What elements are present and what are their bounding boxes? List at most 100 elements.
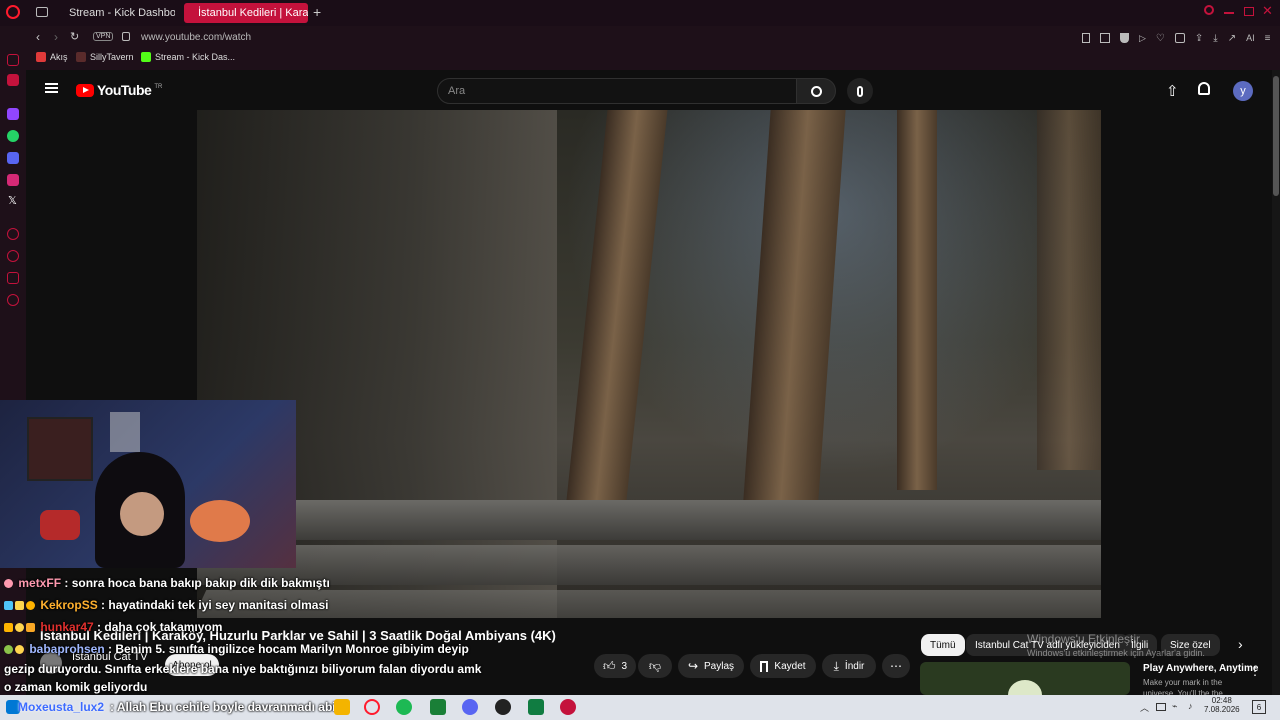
pinboard-icon[interactable] (7, 54, 19, 66)
save-label: Kaydet (774, 660, 806, 672)
upload-icon[interactable]: ⇧ (1166, 82, 1179, 100)
tray-clock[interactable]: 02:48 7.08.2026 (1204, 696, 1240, 714)
chat-username: Moxeusta_lux2 (18, 700, 105, 714)
avatar[interactable]: y (1233, 81, 1253, 101)
tab-overview-icon[interactable] (36, 7, 48, 17)
x-icon[interactable]: 𝕏 (8, 194, 17, 207)
discord-icon[interactable] (7, 152, 19, 164)
youtube-logo[interactable]: YouTube TR (76, 82, 162, 98)
gem-badge-icon (4, 601, 13, 610)
extensions-icon[interactable] (7, 272, 19, 284)
voice-search-button[interactable] (847, 78, 873, 104)
reload-icon[interactable]: ↻ (70, 30, 79, 43)
search-input[interactable]: Ara (437, 78, 797, 104)
menu-icon[interactable]: ≡ (1265, 33, 1271, 44)
chat-message: babaprohsen : Benim 5. sınıfta ingilizce… (4, 642, 469, 656)
heart-badge-icon (4, 579, 13, 588)
extensions-icon[interactable] (1174, 33, 1185, 43)
tab-label: İstanbul Kedileri | Karaköy, (198, 7, 308, 19)
tab-kick-dashboard[interactable]: Stream - Kick Dashboard (55, 3, 175, 23)
mask-badge-icon (26, 623, 35, 632)
bookmark-sillytavern[interactable]: SillyTavern (76, 52, 134, 62)
chat-message-continuation: gezip duruyordu. Sınıfta erkeklere bana … (4, 662, 482, 676)
obs-icon[interactable] (495, 699, 511, 715)
flow-icon[interactable]: ↗ (1228, 33, 1236, 44)
chat-text: : daha çok takamıyom (97, 620, 223, 634)
pin-icon[interactable] (1082, 33, 1090, 43)
share-button[interactable]: ↪ Paylaş (678, 654, 744, 678)
twitch-icon[interactable] (7, 108, 19, 120)
more-actions-button[interactable]: ⋯ (882, 654, 910, 678)
opera-menu-icon[interactable] (6, 5, 20, 19)
share-icon[interactable]: ⇪ (1195, 33, 1203, 44)
tray-time: 02:48 (1211, 696, 1232, 705)
chip-next-icon[interactable]: › (1238, 636, 1243, 652)
recommendation-title[interactable]: Play Anywhere, Anytime (1143, 663, 1258, 674)
more-vertical-icon[interactable]: ⋮ (1249, 664, 1261, 678)
thumbs-down-icon: 👎︎ (648, 658, 662, 673)
video-plank (197, 545, 1101, 585)
notifications-icon[interactable] (1198, 82, 1210, 95)
tray-battery-icon[interactable] (1156, 703, 1166, 711)
shield-icon[interactable] (1120, 33, 1129, 43)
coin-badge-icon (15, 645, 24, 654)
activation-subtitle: Windows'u etkinleştirmek için Ayarlar'a … (1027, 648, 1205, 658)
minimize-icon[interactable] (1224, 12, 1234, 14)
back-icon[interactable]: ‹ (36, 30, 40, 44)
new-tab-icon[interactable]: + (313, 4, 321, 20)
history-icon[interactable] (7, 228, 19, 240)
bookmark-akis[interactable]: Akış (36, 52, 68, 62)
download-icon[interactable]: ⤓ (1213, 33, 1217, 44)
scrollbar[interactable] (1272, 70, 1280, 695)
heart-icon[interactable]: ♡ (1156, 33, 1165, 44)
excel-icon[interactable] (528, 699, 544, 715)
opera-taskbar-icon[interactable] (364, 699, 380, 715)
video-plank (197, 500, 1101, 540)
discord-taskbar-icon[interactable] (462, 699, 478, 715)
notifications-badge[interactable]: 6 (1252, 700, 1266, 714)
media-player-icon[interactable] (560, 699, 576, 715)
file-explorer-icon[interactable] (334, 699, 350, 715)
video-trunk (1037, 110, 1101, 470)
url-field[interactable]: www.youtube.com/watch (141, 32, 251, 43)
spotify-icon[interactable] (396, 699, 412, 715)
search-tabs-icon[interactable] (1204, 5, 1214, 15)
dislike-button[interactable]: 👎︎ (638, 654, 672, 678)
whatsapp-icon[interactable] (7, 130, 19, 142)
recommendation-thumbnail[interactable] (920, 662, 1130, 695)
bookmark-kick[interactable]: Stream - Kick Das... (141, 52, 235, 62)
logo-country: TR (154, 84, 163, 90)
video-trunk (566, 110, 668, 500)
tray-volume-icon[interactable]: ♪ (1188, 701, 1193, 711)
download-button[interactable]: ⤓ İndir (822, 654, 876, 678)
messenger-icon[interactable] (7, 74, 19, 86)
play-icon[interactable]: ▷ (1139, 33, 1146, 44)
bookmark-label: Akış (50, 52, 68, 62)
guide-menu-icon[interactable] (45, 83, 58, 93)
scrollbar-thumb[interactable] (1273, 76, 1279, 196)
vpn-badge[interactable]: VPN (93, 32, 114, 41)
video-plank (197, 590, 1101, 618)
youtube-play-icon (76, 83, 94, 97)
snapshot-icon[interactable] (1100, 33, 1110, 43)
chat-message-continuation: o zaman komik geliyordu (4, 680, 148, 694)
app-icon[interactable] (430, 699, 446, 715)
search-button[interactable] (796, 78, 836, 104)
face-badge-icon (4, 645, 13, 654)
ai-button[interactable]: AI (1246, 33, 1255, 44)
save-button[interactable]: Kaydet (750, 654, 816, 678)
instagram-icon[interactable] (7, 174, 19, 186)
settings-icon[interactable] (7, 294, 19, 306)
forward-icon[interactable]: › (54, 30, 58, 44)
video-player[interactable] (197, 110, 1101, 618)
tray-network-icon[interactable]: ⌁ (1172, 701, 1177, 712)
tray-chevron-icon[interactable]: ︿ (1140, 701, 1149, 714)
clock-icon[interactable] (7, 250, 19, 262)
chip-all[interactable]: Tümü (921, 634, 965, 656)
mic-icon (857, 85, 863, 97)
like-button[interactable]: 👍︎ 3 (594, 654, 636, 678)
maximize-icon[interactable] (1244, 7, 1254, 16)
tab-youtube-video[interactable]: İstanbul Kedileri | Karaköy, (184, 3, 308, 23)
close-icon[interactable]: ✕ (1262, 3, 1273, 19)
glasses-badge-icon (4, 623, 13, 632)
